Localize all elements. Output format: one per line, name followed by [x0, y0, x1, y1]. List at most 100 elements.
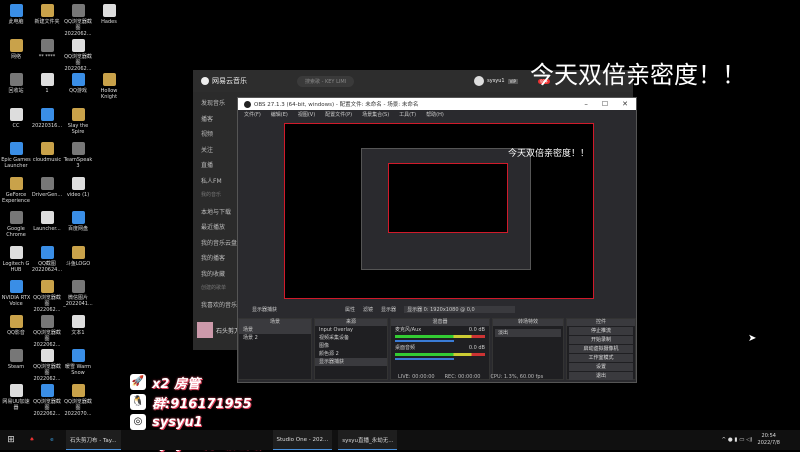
username[interactable]: sysyu1 [487, 78, 504, 84]
scene-item[interactable]: 场景 [239, 326, 311, 334]
menu-item[interactable]: 编辑(E) [271, 111, 288, 118]
desktop-icon[interactable]: 新建文件夹 [31, 4, 63, 25]
source-item[interactable]: 图像 [315, 342, 387, 350]
taskbar-item[interactable]: 石头剪刀布 - Tay... [66, 430, 121, 450]
desktop-icon[interactable]: Launcher... [31, 211, 63, 232]
source-item[interactable]: 显示器捕获 [315, 358, 387, 366]
start-button[interactable]: ⊞ [0, 435, 22, 445]
volume-slider[interactable] [395, 358, 454, 360]
desktop-icon[interactable]: video (1) [62, 176, 94, 198]
control-button[interactable]: 开始录制 [569, 336, 633, 344]
control-button[interactable]: 工作室模式 [569, 354, 633, 362]
overlay-line: 🐧 群:916171955 [130, 392, 272, 412]
desktop-icon[interactable]: QQ浏览器截图2022062... [62, 4, 94, 37]
desktop-icon[interactable]: 20220316... [31, 107, 63, 129]
desktop-icon[interactable]: QQ浏览器截图2022062... [62, 38, 94, 72]
control-button[interactable]: 设置 [569, 363, 633, 371]
desktop-icon[interactable]: cloudmusic [31, 142, 63, 163]
desktop-icon[interactable]: Google Chrome [0, 211, 32, 238]
sidebar-item[interactable]: 最近播放 [193, 222, 241, 238]
qq-game-icon[interactable]: ♠ [22, 437, 42, 443]
volume-slider[interactable] [395, 340, 454, 342]
menu-item[interactable]: 场景集合(S) [362, 111, 389, 118]
desktop-icon-image [102, 73, 116, 86]
taskbar-item[interactable]: sysyu直播_永劫无... [338, 430, 398, 450]
tray-icons[interactable]: ^ ● ▮ ▭ ◁) [722, 437, 753, 443]
desktop-icon[interactable]: QQ浏览器截图2022070... [62, 383, 94, 417]
desktop-icon[interactable]: Epic Games Launcher [0, 142, 32, 169]
close-button[interactable]: ✕ [622, 100, 628, 108]
sidebar-item[interactable]: 发现音乐 [193, 98, 241, 114]
scene-item[interactable]: 场景 2 [239, 334, 311, 342]
sidebar-item[interactable]: 我的收藏 [193, 269, 241, 285]
desktop-icon[interactable]: 1 [31, 73, 63, 94]
desktop-icon[interactable]: QQ截图20220624... [31, 245, 63, 273]
desktop-icon[interactable]: QQ浏览器截图2022062... [31, 349, 63, 382]
sidebar-item[interactable]: 我喜欢的音乐 [193, 300, 241, 316]
obs-titlebar: OBS 27.1.3 (64-bit, windows) - 配置文件: 未命名… [238, 98, 636, 110]
menu-item[interactable]: 视图(V) [298, 111, 315, 118]
desktop-icon[interactable]: TeamSpeak 3 [62, 142, 94, 169]
desktop-icon[interactable]: 百度网盘 [62, 211, 94, 232]
obs-preview[interactable]: 今天双倍亲密度！！ [284, 123, 594, 299]
menu-item[interactable]: 帮助(H) [426, 111, 444, 118]
desktop-icon[interactable]: Logitech G HUB [0, 245, 32, 273]
desktop-icon[interactable]: 网易UU加速器 [0, 383, 32, 411]
menu-item[interactable]: 工具(T) [399, 111, 416, 118]
sidebar-item[interactable]: 关注 [193, 145, 241, 161]
edge-icon[interactable]: e [42, 437, 62, 443]
desktop-icon[interactable]: QQ浏览器截图2022062... [31, 314, 63, 348]
desktop-icon[interactable]: 文本1 [62, 314, 94, 336]
sidebar-item[interactable]: 直播 [193, 160, 241, 176]
desktop-icon[interactable]: Hollow Knight [93, 73, 125, 100]
sidebar-item[interactable]: 本地与下载 [193, 207, 241, 223]
desktop-icon[interactable]: 暖雪 Warm Snow [62, 349, 94, 376]
control-button[interactable]: 退出 [569, 372, 633, 380]
control-button[interactable]: 启动虚拟摄像机 [569, 345, 633, 353]
taskbar-item[interactable]: Studio One - 202... [272, 430, 333, 450]
sidebar-item[interactable]: 我的音乐云盘 [193, 238, 241, 254]
desktop-icon[interactable]: Steam [0, 349, 32, 370]
properties-button[interactable]: 属性 [345, 306, 355, 313]
filters-button[interactable]: 滤镜 [363, 306, 373, 313]
maximize-button[interactable]: ☐ [602, 100, 608, 108]
desktop-icon[interactable]: 回收站 [0, 73, 32, 94]
clock-time[interactable]: 20:54 [758, 433, 780, 440]
desktop-icon[interactable]: Hades [93, 4, 125, 25]
minimize-button[interactable]: – [584, 100, 588, 108]
sidebar-item[interactable]: 创建的歌单 [193, 284, 241, 300]
desktop-icon[interactable]: QQ影音 [0, 314, 32, 336]
avatar[interactable] [474, 76, 485, 86]
desktop-icon[interactable]: QQ浏览器截图2022062... [31, 280, 63, 313]
display-select[interactable]: 显示器 0: 1920x1080 @ 0,0 [404, 306, 515, 313]
transition-select[interactable]: 淡出 [495, 329, 561, 337]
search-input[interactable]: 搜索歌 - KEY LIMI [297, 75, 355, 87]
desktop-icon[interactable]: 此电脑 [0, 4, 32, 25]
menu-item[interactable]: 文件(F) [244, 111, 261, 118]
sidebar-item[interactable]: 视频 [193, 129, 241, 145]
desktop-icon[interactable]: QQ游戏 [62, 73, 94, 94]
desktop-icon[interactable]: DriverGen... [31, 176, 63, 198]
desktop-icon[interactable]: 网络 [0, 38, 32, 60]
desktop-icon[interactable]: ** **** [31, 38, 63, 60]
desktop-icon[interactable]: 微信图片_2022041... [62, 280, 94, 307]
desktop-icon[interactable]: NVIDIA RTX Voice [0, 280, 32, 307]
desktop-icon-label: Logitech G HUB [2, 260, 30, 273]
desktop-icon[interactable]: Slay the Spire [62, 107, 94, 135]
desktop-icon[interactable]: CC [0, 107, 32, 129]
clock-date[interactable]: 2022/7/8 [758, 440, 780, 447]
desktop-icon-label: 百度网盘 [67, 226, 88, 232]
source-item[interactable]: Input Overlay [315, 326, 387, 334]
desktop-icon-image [9, 142, 23, 155]
sidebar-item[interactable]: 我的音乐 [193, 191, 241, 207]
control-button[interactable]: 停止推流 [569, 327, 633, 335]
desktop-icon[interactable]: GeForce Experience [0, 176, 32, 204]
desktop-icon[interactable]: QQ浏览器截图2022062... [31, 383, 63, 417]
desktop-icon[interactable]: 斗鱼LOGO [62, 245, 94, 267]
sidebar-item[interactable]: 播客 [193, 114, 241, 130]
menu-item[interactable]: 配置文件(P) [325, 111, 352, 118]
source-item[interactable]: 颜色源 2 [315, 350, 387, 358]
sidebar-item[interactable]: 我的播客 [193, 253, 241, 269]
sidebar-item[interactable]: 私人FM [193, 176, 241, 192]
source-item[interactable]: 视频采集设备 [315, 334, 387, 342]
